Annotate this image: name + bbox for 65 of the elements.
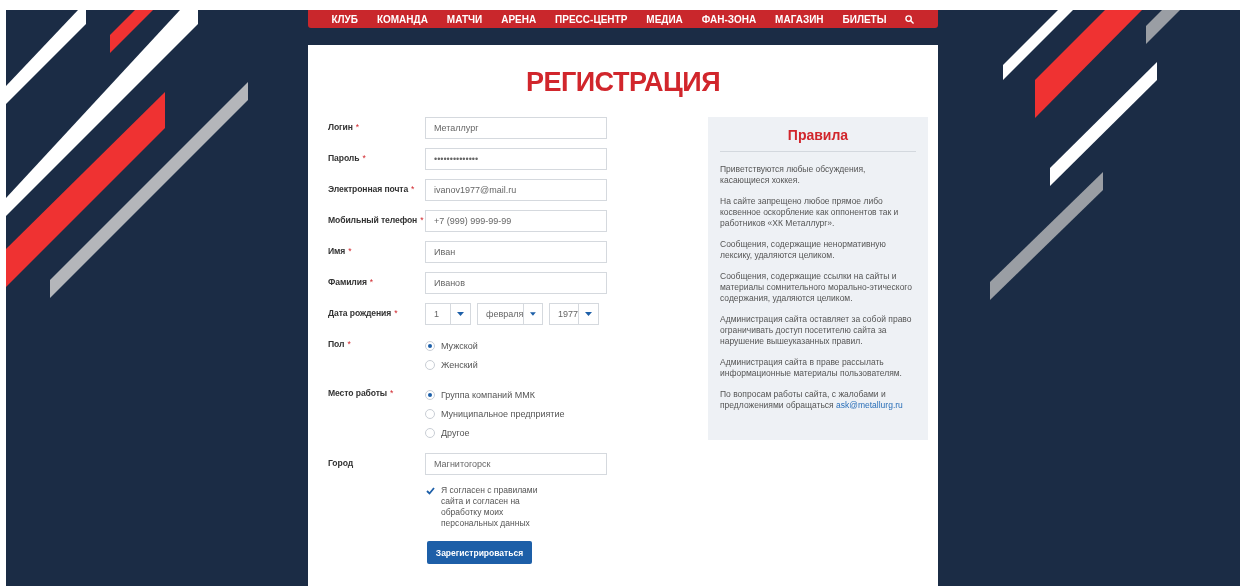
field-label: Город [328, 458, 354, 468]
field-label: Пароль [328, 153, 360, 163]
radio-button[interactable] [425, 408, 435, 419]
rules-paragraph: Сообщения, содержащие ссылки на сайты и материалы сомнительного морально-этического содержания, удаляются целиком. [720, 271, 913, 304]
page-title: РЕГИСТРАЦИЯ [525, 67, 721, 97]
radio-label: Муниципальное предприятие [441, 408, 565, 419]
nav-link[interactable]: КОМАНДА [376, 13, 428, 25]
required-mark: * [348, 246, 352, 256]
nav-link[interactable]: МАТЧИ [446, 13, 483, 25]
date-select[interactable]: февраля [477, 303, 543, 325]
register-button[interactable]: Зарегистрироваться [427, 541, 532, 564]
field-label: Электронная почта [328, 184, 409, 194]
field-label: Фамилия [328, 277, 367, 287]
field-label: Пол [328, 339, 345, 349]
caret-icon [457, 312, 464, 316]
radio-button[interactable] [425, 340, 435, 351]
search-icon[interactable] [905, 14, 915, 24]
rules-paragraph: На сайте запрещено любое прямое либо косвенное оскорбление как оппонентов так и работников «ХК Металлург». [720, 196, 900, 229]
input-field[interactable]: +7 (999) 999-99-99 [425, 210, 607, 232]
agreement-label: Я согласен с правилами сайта и согласен на обработку моих персональных данных [441, 485, 539, 529]
rules-paragraph: Сообщения, содержащие ненормативную лексику, удаляются целиком. [720, 239, 887, 261]
input-field[interactable]: ivanov1977@mail.ru [425, 179, 607, 201]
input-field[interactable]: •••••••••••••• [425, 148, 607, 170]
required-mark: * [362, 153, 366, 163]
email-link[interactable]: ask@metallurg.ru [836, 400, 903, 410]
rules-paragraph: Администрация сайта в праве рассылать информационные материалы пользователям. [720, 357, 903, 379]
caret-icon [585, 312, 592, 316]
radio-label: Группа компаний ММК [441, 389, 535, 400]
required-mark: * [347, 339, 351, 349]
input-field[interactable]: Иван [425, 241, 607, 263]
required-mark: * [411, 184, 415, 194]
radio-button[interactable] [425, 427, 435, 438]
nav-link[interactable]: БИЛЕТЫ [842, 13, 887, 25]
required-mark: * [355, 122, 360, 132]
radio-button[interactable] [425, 389, 435, 400]
nav-link[interactable]: АРЕНА [501, 13, 537, 25]
required-mark: * [420, 215, 424, 225]
rules-title: Правила [720, 127, 916, 152]
rules-paragraph: По вопросам работы сайта, с жалобами и предложениями обращаться ask@metallurg.ru [720, 389, 904, 411]
field-label: Дата рождения [328, 308, 392, 318]
nav-link[interactable]: ФАН-ЗОНА [701, 13, 757, 25]
input-field[interactable]: Иванов [425, 272, 607, 294]
nav-link[interactable]: МАГАЗИН [775, 13, 824, 25]
radio-button[interactable] [425, 359, 435, 370]
required-mark: * [394, 308, 398, 318]
required-mark: * [369, 277, 374, 287]
field-label: Логин [328, 122, 353, 132]
field-label: Мобильный телефон [328, 215, 418, 225]
nav-link[interactable]: ПРЕСС-ЦЕНТР [555, 13, 628, 25]
field-label: Место работы [328, 388, 388, 398]
radio-label: Мужской [441, 340, 478, 351]
radio-label: Другое [441, 427, 470, 438]
checkbox[interactable] [425, 486, 435, 496]
caret-icon [530, 312, 536, 316]
rules-paragraph: Приветствуются любые обсуждения, касающиеся хоккея. [720, 164, 867, 186]
date-select[interactable]: 1 [425, 303, 471, 325]
input-field[interactable]: Металлург [425, 117, 607, 139]
rules-paragraph: Администрация сайта оставляет за собой право ограничивать доступ посетителю сайта за нарушение вышеуказанных правил. [720, 314, 913, 347]
input-field[interactable]: Магнитогорск [425, 453, 607, 475]
required-mark: * [390, 388, 394, 398]
nav-link[interactable]: КЛУБ [331, 13, 358, 25]
nav-link[interactable]: МЕДИА [646, 13, 683, 25]
radio-label: Женский [441, 359, 478, 370]
field-label: Имя [328, 246, 346, 256]
date-select[interactable]: 1977 [549, 303, 599, 325]
